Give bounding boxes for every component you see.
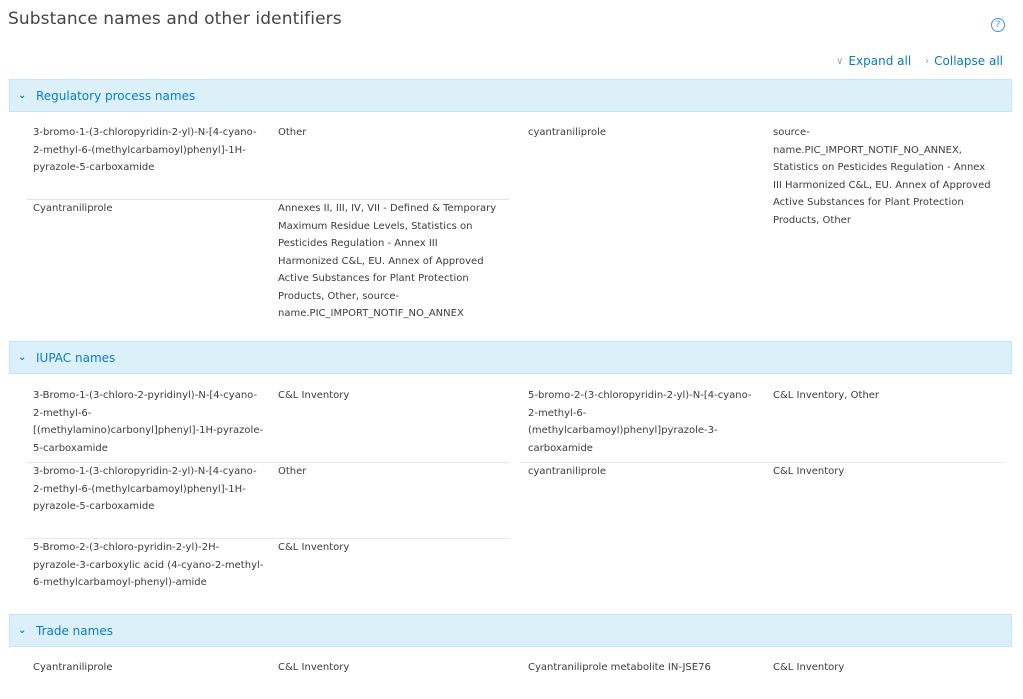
name-cell: 5-Bromo-2-(3-chloro-pyridin-2-yl)-2H-pyr… bbox=[33, 542, 264, 588]
chevron-down-icon: ⌄ bbox=[18, 90, 27, 101]
source-cell: C&L Inventory bbox=[773, 466, 845, 477]
chevron-down-icon: ⌄ bbox=[18, 352, 27, 363]
name-cell: Cyantraniliprole bbox=[33, 662, 113, 673]
chevron-right-icon: › bbox=[925, 55, 930, 67]
name-cell: 3-bromo-1-(3-chloropyridin-2-yl)-N-[4-cy… bbox=[33, 127, 257, 173]
source-cell: C&L Inventory, Other bbox=[773, 390, 880, 401]
source-cell: source-name.PIC_IMPORT_NOTIF_NO_ANNEX, S… bbox=[773, 127, 991, 226]
source-cell: C&L Inventory bbox=[278, 390, 350, 401]
name-cell: 5-bromo-2-(3-chloropyridin-2-yl)-N-[4-cy… bbox=[528, 390, 752, 454]
section-header-trade[interactable]: ⌄ Trade names bbox=[9, 614, 1012, 647]
expand-all-link[interactable]: ∨ Expand all bbox=[836, 54, 911, 68]
source-cell: C&L Inventory bbox=[278, 542, 350, 553]
section-title: Regulatory process names bbox=[36, 88, 196, 103]
section-trade-names: ⌄ Trade names bbox=[9, 614, 1012, 647]
section-title: Trade names bbox=[36, 623, 113, 638]
section-title: IUPAC names bbox=[36, 350, 116, 365]
source-cell: C&L Inventory bbox=[278, 662, 350, 673]
collapse-all-label: Collapse all bbox=[934, 54, 1003, 68]
section-regulatory-process-names: ⌄ Regulatory process names bbox=[9, 79, 1012, 112]
chevron-down-icon: ⌄ bbox=[18, 625, 27, 636]
chevron-down-icon: ∨ bbox=[836, 55, 844, 67]
expand-collapse-toolbar: ∨ Expand all › Collapse all bbox=[836, 54, 1003, 68]
section-header-iupac[interactable]: ⌄ IUPAC names bbox=[9, 341, 1012, 374]
source-cell: C&L Inventory bbox=[773, 662, 845, 673]
name-cell: cyantraniliprole bbox=[528, 127, 607, 138]
name-cell: Cyantraniliprole bbox=[33, 203, 113, 214]
name-cell: cyantraniliprole bbox=[528, 466, 607, 477]
name-cell: Cyantraniliprole metabolite IN-JSE76 bbox=[528, 662, 711, 673]
source-cell: Annexes II, III, IV, VII - Defined & Tem… bbox=[278, 203, 497, 319]
collapse-all-link[interactable]: › Collapse all bbox=[925, 54, 1003, 68]
section-iupac-names: ⌄ IUPAC names bbox=[9, 341, 1012, 374]
source-cell: Other bbox=[278, 127, 307, 138]
name-cell: 3-bromo-1-(3-chloropyridin-2-yl)-N-[4-cy… bbox=[33, 466, 257, 512]
name-cell: 3-Bromo-1-(3-chloro-2-pyridinyl)-N-[4-cy… bbox=[33, 390, 264, 454]
page-title: Substance names and other identifiers bbox=[8, 9, 342, 29]
expand-all-label: Expand all bbox=[848, 54, 912, 68]
help-icon[interactable]: ? bbox=[991, 18, 1005, 32]
source-cell: Other bbox=[278, 466, 307, 477]
section-header-regulatory[interactable]: ⌄ Regulatory process names bbox=[9, 79, 1012, 112]
